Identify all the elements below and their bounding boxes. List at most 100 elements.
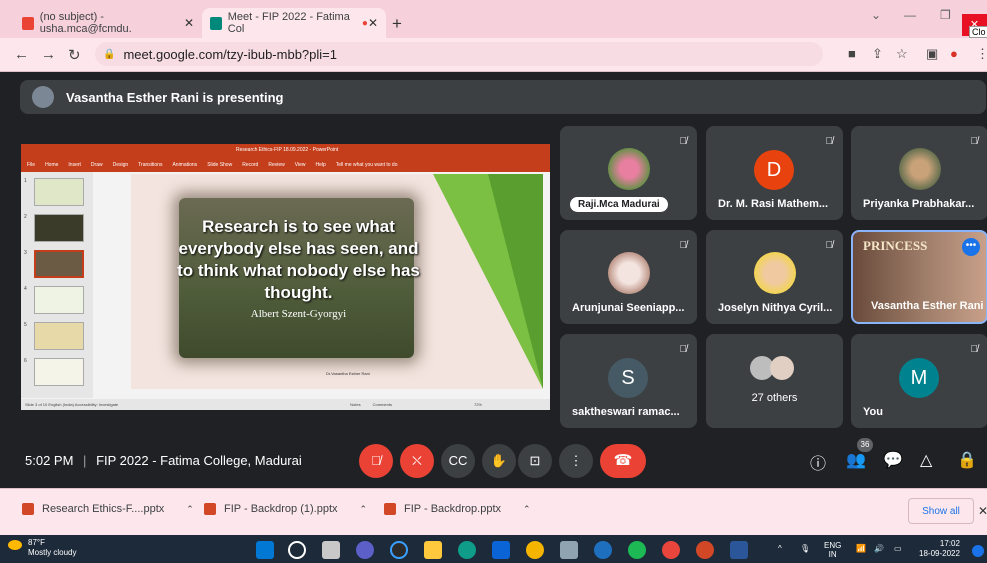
participant-tile[interactable]: 🎙̸ Raji.Mca Madurai xyxy=(560,126,697,220)
menu-item: Slide Show xyxy=(207,162,233,168)
cortana-icon[interactable] xyxy=(390,541,408,559)
temperature: 87°F xyxy=(28,538,45,547)
task-view-icon[interactable] xyxy=(322,541,340,559)
app-icon[interactable] xyxy=(560,541,578,559)
powerpoint-file-icon xyxy=(384,503,396,515)
captions-button[interactable]: CC xyxy=(441,444,475,478)
notification-icon[interactable] xyxy=(972,545,984,557)
camera-icon[interactable]: ■ xyxy=(848,46,856,61)
meeting-info: 5:02 PM | FIP 2022 - Fatima College, Mad… xyxy=(25,453,302,468)
tab-label: Meet - FIP 2022 - Fatima Col xyxy=(227,11,350,35)
participant-tile[interactable]: 🎙̸ Arunjunai Seeniapp... xyxy=(560,230,697,324)
tab-meet[interactable]: Meet - FIP 2022 - Fatima Col ● ✕ xyxy=(202,8,386,38)
self-tile[interactable]: 🎙̸ M You xyxy=(851,334,987,428)
chevron-up-icon[interactable]: ^ xyxy=(778,544,782,553)
participant-name: Vasantha Esther Rani xyxy=(871,300,984,312)
menu-item: Tell me what you want to do xyxy=(335,162,398,168)
presenting-text: Vasantha Esther Rani is presenting xyxy=(66,89,284,105)
present-button[interactable]: ⊡ xyxy=(518,444,552,478)
mic-off-icon: 🎙̸ xyxy=(970,344,979,355)
more-options-icon[interactable]: ••• xyxy=(962,238,980,256)
chevron-up-icon[interactable]: ⌃ xyxy=(360,504,368,515)
download-item[interactable]: FIP - Backdrop.pptx ⌃ xyxy=(384,503,531,515)
teams-icon[interactable] xyxy=(356,541,374,559)
search-icon[interactable] xyxy=(288,541,306,559)
slide-thumbnail xyxy=(34,178,84,206)
reload-icon[interactable]: ↻ xyxy=(68,46,81,64)
edge-icon[interactable] xyxy=(458,541,476,559)
weather-widget[interactable]: 87°F Mostly cloudy xyxy=(8,538,76,558)
menu-item: Draw xyxy=(90,162,103,168)
star-icon[interactable]: ☆ xyxy=(896,46,908,62)
meeting-separator: | xyxy=(83,453,87,468)
windows-start-icon[interactable] xyxy=(256,541,274,559)
clock-time: 17:02 xyxy=(939,539,960,548)
chevron-up-icon[interactable]: ⌃ xyxy=(523,504,531,515)
powerpoint-statusbar: Slide 3 of 10 English (India) Accessibil… xyxy=(21,399,550,410)
tab-gmail[interactable]: (no subject) - usha.mca@fcmdu. ✕ xyxy=(14,8,202,38)
mail-icon[interactable] xyxy=(492,541,510,559)
mic-off-icon: 🎙̸ xyxy=(679,136,688,147)
clock[interactable]: 17:02 18-09-2022 xyxy=(919,539,960,559)
back-icon[interactable]: ← xyxy=(14,46,29,63)
participant-tile[interactable]: 🎙̸ Priyanka Prabhakar... xyxy=(851,126,987,220)
download-name: Research Ethics-F....pptx xyxy=(42,503,165,515)
battery-icon[interactable]: ▭ xyxy=(894,544,902,553)
info-icon[interactable]: ⓘ xyxy=(810,450,826,474)
participant-tile[interactable]: 🎙̸ S saktheswari ramac... xyxy=(560,334,697,428)
participant-tile-active-speaker[interactable]: PRINCESS ••• Vasantha Esther Rani xyxy=(851,230,987,324)
others-count: 27 others xyxy=(751,392,798,404)
mic-toggle-button[interactable]: 🎙̸ xyxy=(359,444,393,478)
menu-item: Insert xyxy=(68,162,81,168)
menu-item: Record xyxy=(242,162,259,168)
profile-icon[interactable]: ● xyxy=(950,46,958,61)
chrome-icon[interactable] xyxy=(526,541,544,559)
restore-icon[interactable]: ❐ xyxy=(940,8,951,22)
raise-hand-button[interactable]: ✋ xyxy=(482,444,516,478)
download-item[interactable]: FIP - Backdrop (1).pptx ⌃ xyxy=(204,503,367,515)
close-icon[interactable]: ✕ xyxy=(184,16,194,30)
spotify-icon[interactable] xyxy=(628,541,646,559)
mic-icon[interactable]: 🎙 xyxy=(800,544,810,553)
comments-label: Comments xyxy=(372,402,392,407)
mic-off-icon: 🎙̸ xyxy=(825,240,834,251)
camera-toggle-button[interactable]: ⛌ xyxy=(400,444,434,478)
leave-call-button[interactable]: ☎ xyxy=(600,444,646,478)
menu-item: Transitions xyxy=(138,162,163,168)
tab-label: (no subject) - usha.mca@fcmdu. xyxy=(39,11,132,35)
sidepanel-icon[interactable]: ▣ xyxy=(926,46,938,62)
chevron-up-icon[interactable]: ⌃ xyxy=(186,504,194,515)
chevron-down-icon[interactable]: ⌄ xyxy=(871,8,881,22)
url-field[interactable]: 🔒 meet.google.com/tzy-ibub-mbb?pli=1 xyxy=(95,42,823,66)
forward-icon[interactable]: → xyxy=(41,46,56,63)
app-icon[interactable] xyxy=(594,541,612,559)
more-options-button[interactable]: ⋮ xyxy=(559,444,593,478)
mic-off-icon: 🎙̸ xyxy=(825,136,834,147)
show-all-button[interactable]: Show all xyxy=(908,498,974,524)
wifi-icon[interactable]: 📶 xyxy=(856,544,866,553)
lock-icon: 🔒 xyxy=(103,48,116,60)
language-indicator[interactable]: ENG IN xyxy=(824,541,841,559)
file-explorer-icon[interactable] xyxy=(424,541,442,559)
minimize-icon[interactable]: — xyxy=(904,8,916,22)
word-icon[interactable] xyxy=(730,541,748,559)
download-item[interactable]: Research Ethics-F....pptx ⌃ xyxy=(22,503,194,515)
host-controls-icon[interactable]: 🔒 xyxy=(957,450,977,470)
people-icon[interactable]: 👥 xyxy=(846,450,866,470)
close-icon[interactable]: ✕ xyxy=(368,16,378,30)
others-tile[interactable]: 27 others xyxy=(706,334,843,428)
menu-icon[interactable]: ⋮ xyxy=(976,46,987,62)
share-icon[interactable]: ⇪ xyxy=(872,46,883,62)
volume-icon[interactable]: 🔊 xyxy=(874,544,884,553)
participant-tile[interactable]: 🎙̸ Joselyn Nithya Cyril... xyxy=(706,230,843,324)
participant-tile[interactable]: 🎙̸ D Dr. M. Rasi Mathem... xyxy=(706,126,843,220)
slide-number: 3 xyxy=(24,250,27,256)
gmail-icon xyxy=(22,16,34,30)
close-icon[interactable]: ✕ xyxy=(978,504,987,518)
chrome-profile-icon[interactable] xyxy=(662,541,680,559)
powerpoint-icon[interactable] xyxy=(696,541,714,559)
activities-icon[interactable]: △ xyxy=(920,450,932,470)
menu-item: File xyxy=(27,162,36,168)
chat-icon[interactable]: 💬 xyxy=(883,450,903,470)
new-tab-button[interactable]: + xyxy=(392,14,402,34)
